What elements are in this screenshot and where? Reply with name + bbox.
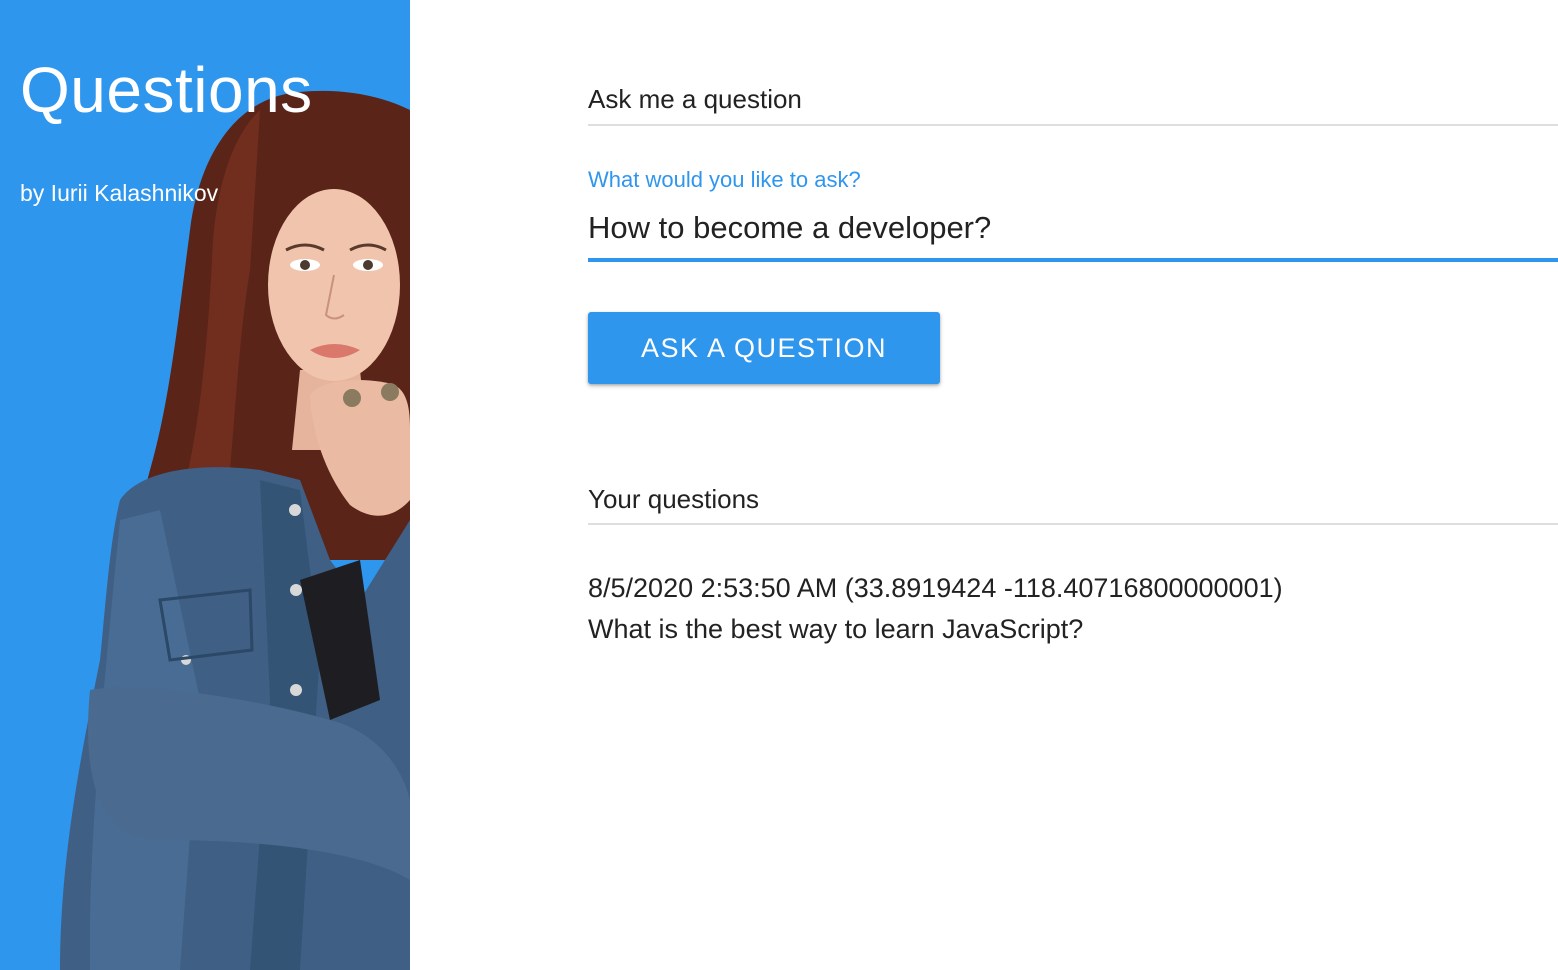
questions-section-divider — [588, 523, 1558, 525]
question-meta: 8/5/2020 2:53:50 AM (33.8919424 -118.407… — [588, 573, 1283, 603]
question-list: 8/5/2020 2:53:50 AM (33.8919424 -118.407… — [588, 568, 1558, 650]
portrait-image — [0, 0, 410, 970]
question-field-label: What would you like to ask? — [588, 167, 861, 192]
sidebar-subtitle: by Iurii Kalashnikov — [20, 180, 219, 206]
ask-section-heading: Ask me a question — [588, 84, 802, 114]
app-page: Questions by Iurii Kalashnikov Ask me a … — [0, 0, 1558, 970]
sidebar: Questions by Iurii Kalashnikov — [0, 0, 410, 970]
ask-section-divider — [588, 124, 1558, 126]
sidebar-title: Questions — [20, 54, 313, 126]
main-content: Ask me a question What would you like to… — [588, 0, 1558, 970]
question-text: What is the best way to learn JavaScript… — [588, 614, 1084, 644]
questions-section-heading: Your questions — [588, 484, 760, 514]
ask-question-button[interactable]: ASK A QUESTION — [588, 312, 940, 384]
list-item: 8/5/2020 2:53:50 AM (33.8919424 -118.407… — [588, 568, 1558, 650]
question-input[interactable] — [588, 202, 1558, 254]
question-input-underline — [588, 258, 1558, 262]
